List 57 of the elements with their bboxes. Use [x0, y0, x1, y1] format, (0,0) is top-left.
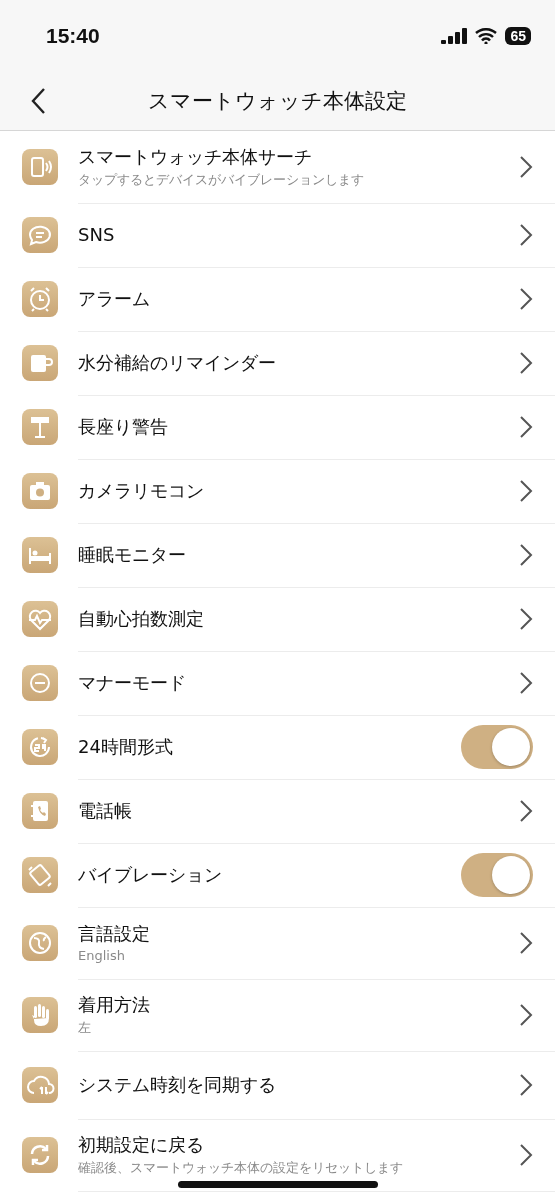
chevron-right-icon	[519, 478, 533, 503]
chevron-right-icon	[519, 1142, 533, 1167]
refresh-icon	[22, 1137, 58, 1173]
chevron-right-icon	[519, 606, 533, 631]
chevron-right-icon	[519, 154, 533, 179]
setting-label[interactable]: 言語設定	[78, 922, 519, 946]
chevron-right-icon	[519, 670, 533, 695]
lamp-icon	[22, 409, 58, 445]
signal-icon	[441, 28, 468, 44]
setting-label[interactable]: バイブレーション	[78, 862, 461, 887]
setting-label[interactable]: 着用方法	[78, 992, 519, 1017]
chevron-right-icon	[519, 414, 533, 439]
clock-cycle-icon	[22, 729, 58, 765]
setting-label[interactable]: 24時間形式	[78, 734, 461, 759]
setting-label[interactable]: 水分補給のリマインダー	[78, 350, 519, 375]
chevron-right-icon	[519, 542, 533, 567]
toggle-switch[interactable]	[461, 724, 533, 769]
setting-subtitle: 左	[78, 1018, 92, 1037]
setting-label[interactable]: 初期設定に戻る	[78, 1132, 519, 1157]
chevron-right-icon	[519, 798, 533, 823]
hand-icon	[22, 997, 58, 1033]
setting-subtitle: 確認後、スマートウォッチ本体の設定をリセットします	[78, 1158, 404, 1177]
vibrate-icon	[22, 857, 58, 893]
setting-subtitle: English	[78, 948, 126, 963]
chevron-right-icon	[519, 1002, 533, 1027]
alarm-clock-icon	[22, 281, 58, 317]
cloud-sync-icon	[22, 1067, 58, 1103]
chevron-right-icon	[519, 286, 533, 311]
wifi-icon	[475, 28, 498, 44]
chevron-right-icon	[519, 1072, 533, 1097]
status-time: 15:40	[46, 24, 101, 48]
camera-icon	[22, 473, 58, 509]
chevron-right-icon	[519, 222, 533, 247]
phone-vibrate-icon	[22, 149, 58, 185]
toggle-switch[interactable]	[461, 852, 533, 897]
setting-label[interactable]: アラーム	[78, 286, 519, 311]
setting-label[interactable]: スマートウォッチ本体サーチ	[78, 144, 519, 169]
setting-label[interactable]: 電話帳	[78, 798, 519, 823]
mug-icon	[22, 345, 58, 381]
phonebook-icon	[22, 793, 58, 829]
setting-label[interactable]: マナーモード	[78, 670, 519, 695]
setting-label[interactable]: 自動心拍数測定	[78, 606, 519, 631]
setting-subtitle: タップするとデバイスがバイブレーションします	[78, 170, 365, 189]
heart-pulse-icon	[22, 601, 58, 637]
chevron-right-icon	[519, 930, 533, 955]
setting-label[interactable]: カメラリモコン	[78, 478, 519, 503]
setting-label[interactable]: 長座り警告	[78, 414, 519, 439]
page-title: スマートウォッチ本体設定	[148, 88, 407, 115]
chat-bubble-icon	[22, 217, 58, 253]
setting-label[interactable]: SNS	[78, 224, 519, 245]
back-icon[interactable]	[30, 87, 46, 115]
setting-label[interactable]: 睡眠モニター	[78, 542, 519, 567]
bed-icon	[22, 537, 58, 573]
setting-label[interactable]: システム時刻を同期する	[78, 1072, 519, 1097]
globe-icon	[22, 925, 58, 961]
chevron-right-icon	[519, 350, 533, 375]
battery-indicator: 65	[505, 27, 531, 45]
